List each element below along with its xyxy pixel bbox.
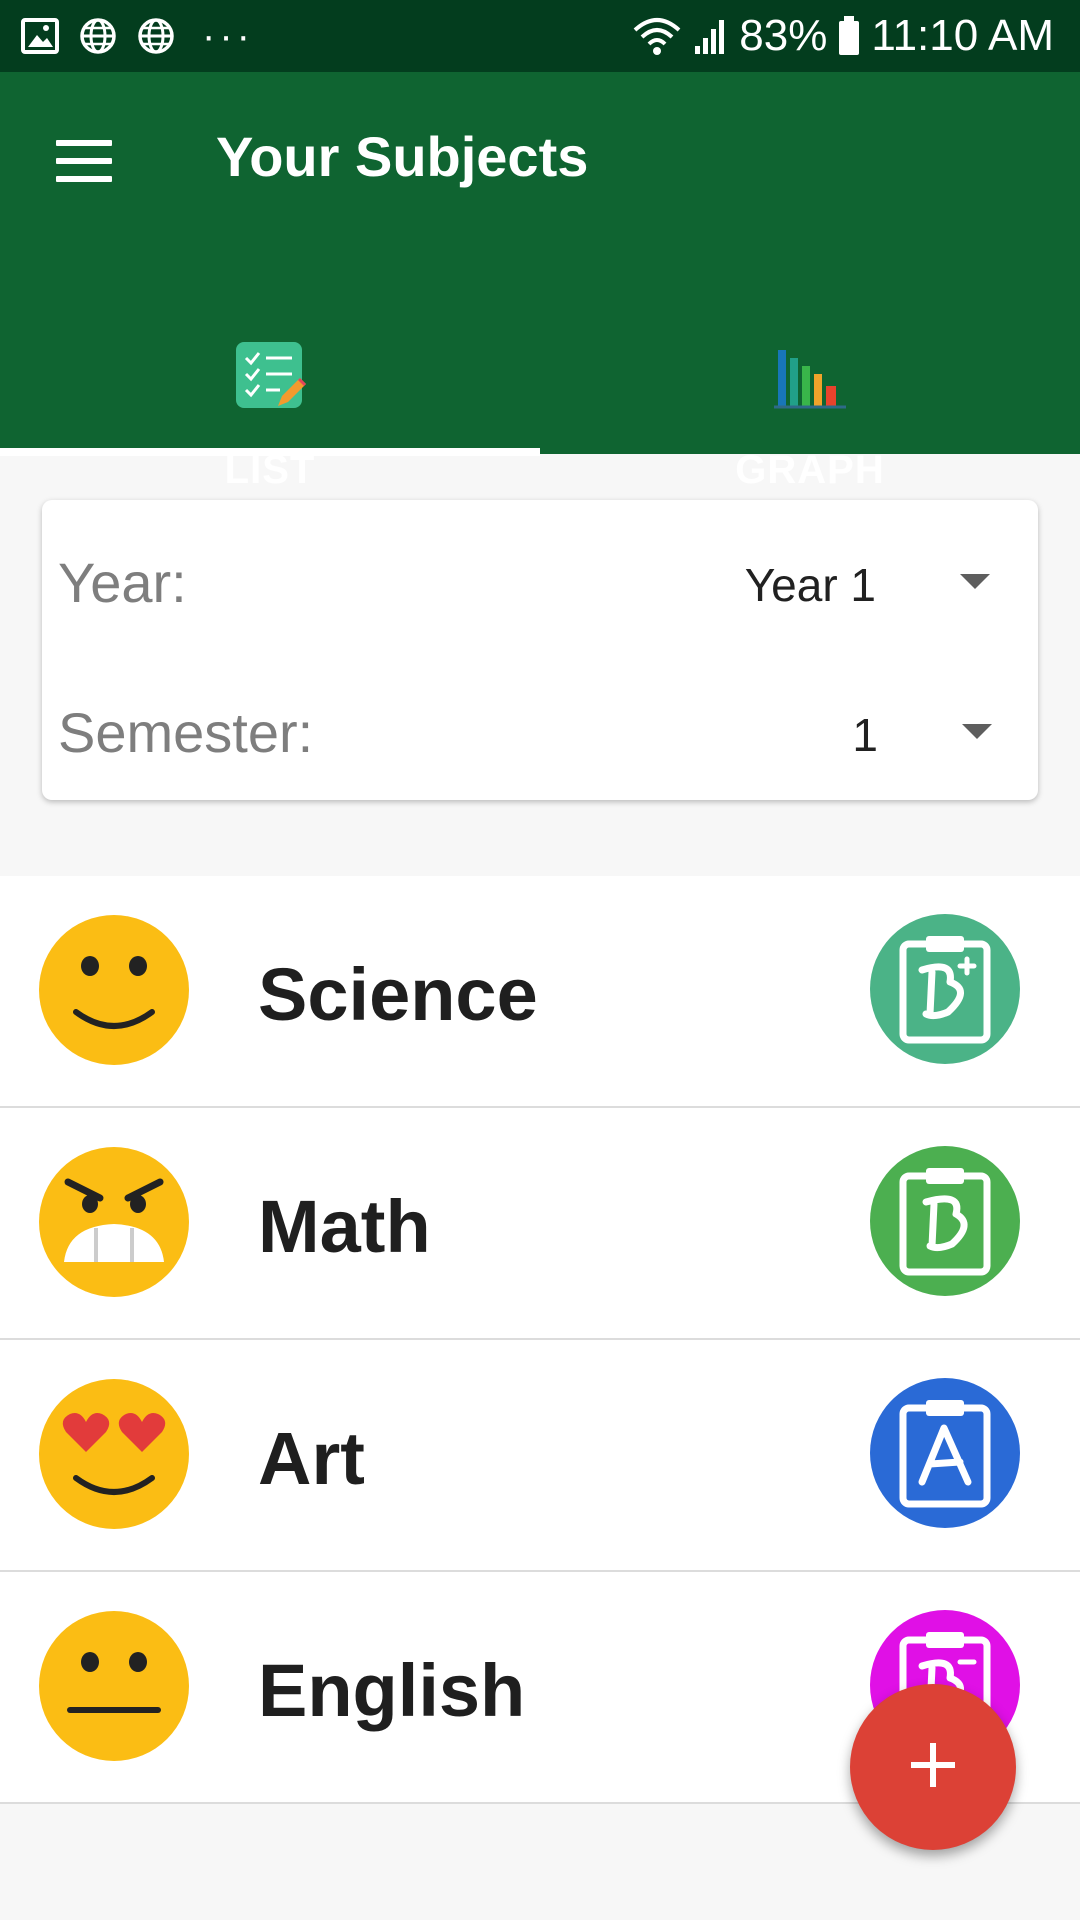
plus-icon [909, 1741, 957, 1794]
clock: 11:10 AM [871, 11, 1054, 60]
wifi-icon [631, 14, 683, 58]
app-bar: Your Subjects LIST GRAPH [0, 72, 1080, 492]
status-system: 83% 11:10 AM [631, 10, 1054, 62]
tab-graph[interactable]: GRAPH [540, 262, 1080, 492]
selected-tab-indicator [0, 448, 540, 456]
add-subject-button[interactable] [850, 1684, 1016, 1850]
tab-list[interactable]: LIST [0, 262, 540, 492]
grade-b-icon[interactable] [870, 1146, 1020, 1296]
battery-icon [837, 15, 861, 57]
grade-a-icon[interactable] [870, 1378, 1020, 1528]
grimacing-angry-face-icon [38, 1146, 190, 1298]
globe-icon [78, 16, 118, 56]
gallery-icon [20, 16, 60, 56]
tab-graph-label: GRAPH [735, 448, 885, 492]
bar-chart-icon [774, 340, 846, 412]
globe-icon [136, 16, 176, 56]
chevron-down-icon [962, 724, 992, 739]
subject-row-art[interactable]: Art [0, 1340, 1080, 1572]
subject-list: Science Math Art English [0, 876, 1080, 1804]
grade-b-plus-icon[interactable] [870, 914, 1020, 1064]
menu-button[interactable] [50, 132, 120, 192]
year-label: Year: [58, 551, 187, 614]
checklist-icon [234, 340, 306, 412]
smiling-face-icon [38, 914, 190, 1066]
chevron-down-icon [960, 574, 990, 589]
semester-dropdown[interactable]: Semester: 1 [42, 656, 1038, 776]
hamburger-icon-line [56, 158, 112, 164]
semester-value: 1 [852, 709, 878, 761]
semester-label: Semester: [58, 701, 314, 764]
neutral-face-icon [38, 1610, 190, 1762]
subject-name: Science [258, 953, 538, 1036]
status-notifications: ··· [20, 14, 254, 58]
page-title: Your Subjects [216, 125, 589, 188]
heart-eyes-face-icon [38, 1378, 190, 1530]
battery-percentage: 83% [739, 11, 828, 60]
subject-name: English [258, 1649, 526, 1732]
subject-name: Art [258, 1417, 365, 1500]
subject-row-math[interactable]: Math [0, 1108, 1080, 1340]
signal-icon [693, 16, 729, 56]
subject-name: Math [258, 1185, 431, 1268]
year-dropdown[interactable]: Year: Year 1 [42, 506, 1038, 626]
filter-card: Year: Year 1 Semester: 1 [42, 500, 1038, 800]
hamburger-icon-line [56, 176, 112, 182]
more-notifications-icon: ··· [202, 14, 254, 58]
subject-row-science[interactable]: Science [0, 876, 1080, 1108]
hamburger-icon [56, 140, 112, 146]
status-bar: ··· 83% 11:10 AM [0, 0, 1080, 72]
year-value: Year 1 [744, 559, 876, 611]
